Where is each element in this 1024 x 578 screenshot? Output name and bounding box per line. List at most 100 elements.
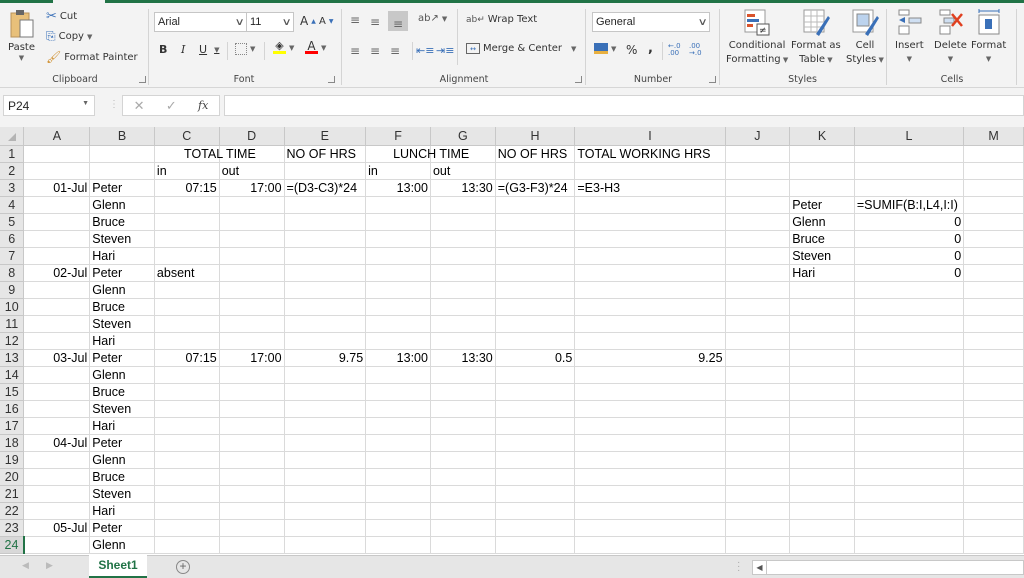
cell-a4[interactable] [23,196,91,214]
cell-k18[interactable] [789,434,855,452]
cell-j13[interactable] [725,349,791,367]
cell-g7[interactable] [430,247,496,265]
cell-d22[interactable] [219,502,285,520]
cell-f6[interactable] [365,230,431,248]
cell-i13[interactable]: 9.25 [574,349,726,367]
merge-dropdown-icon[interactable]: ▼ [571,45,576,53]
cell-j15[interactable] [725,383,791,401]
row-header-4[interactable]: 4 [0,196,25,214]
cell-m16[interactable] [963,400,1024,418]
row-header-20[interactable]: 20 [0,468,25,486]
cell-i15[interactable] [574,383,726,401]
cell-h16[interactable] [495,400,576,418]
cell-h1[interactable]: NO OF HRS [495,145,576,163]
cell-k9[interactable] [789,281,855,299]
cell-m23[interactable] [963,519,1024,537]
column-header-b[interactable]: B [89,127,155,146]
cell-m5[interactable] [963,213,1024,231]
cell-g23[interactable] [430,519,496,537]
cell-l12[interactable] [854,332,965,350]
cell-b13[interactable]: Peter [89,349,155,367]
cell-j3[interactable] [725,179,791,197]
cell-e4[interactable] [284,196,367,214]
cell-f1[interactable]: LUNCH TIME [365,145,469,163]
bottom-align-button[interactable]: ≡ [388,11,408,31]
cell-c7[interactable] [154,247,220,265]
cell-f2[interactable]: in [365,162,431,180]
cell-l6[interactable]: 0 [854,230,965,248]
column-header-f[interactable]: F [365,127,431,146]
column-header-i[interactable]: I [574,127,726,146]
font-color-button[interactable]: A ▼ [305,40,326,54]
cell-k2[interactable] [789,162,855,180]
cell-b4[interactable]: Glenn [89,196,155,214]
cell-l7[interactable]: 0 [854,247,965,265]
cell-h19[interactable] [495,451,576,469]
cell-a23[interactable]: 05-Jul [23,519,91,537]
cell-m24[interactable] [963,536,1024,554]
cell-a22[interactable] [23,502,91,520]
cell-j19[interactable] [725,451,791,469]
name-box[interactable]: P24 ▼ [3,95,95,116]
scroll-left-icon[interactable]: ◀ [753,561,767,574]
increase-font-size-button[interactable]: A ▲ [300,14,316,28]
cell-m1[interactable] [963,145,1024,163]
cell-i24[interactable] [574,536,726,554]
cell-a2[interactable] [23,162,91,180]
cell-e23[interactable] [284,519,367,537]
cell-e2[interactable] [284,162,367,180]
number-format-select[interactable]: General ∨ [592,12,710,32]
cell-e10[interactable] [284,298,367,316]
cell-h8[interactable] [495,264,576,282]
cell-g3[interactable]: 13:30 [430,179,496,197]
cell-j14[interactable] [725,366,791,384]
cell-j22[interactable] [725,502,791,520]
cell-k7[interactable]: Steven [789,247,855,265]
cell-a20[interactable] [23,468,91,486]
cell-l15[interactable] [854,383,965,401]
cell-c22[interactable] [154,502,220,520]
cell-c14[interactable] [154,366,220,384]
cell-i16[interactable] [574,400,726,418]
percent-style-button[interactable]: % [626,43,637,57]
cell-b7[interactable]: Hari [89,247,155,265]
alignment-dialog-launcher[interactable] [575,76,582,83]
cell-b20[interactable]: Bruce [89,468,155,486]
decrease-indent-button[interactable]: ⇤≡ [416,44,434,57]
cell-a7[interactable] [23,247,91,265]
row-header-8[interactable]: 8 [0,264,25,282]
cell-h2[interactable] [495,162,576,180]
cell-a1[interactable] [23,145,91,163]
cell-b8[interactable]: Peter [89,264,155,282]
cell-d4[interactable] [219,196,285,214]
cell-b10[interactable]: Bruce [89,298,155,316]
cell-k6[interactable]: Bruce [789,230,855,248]
cell-b11[interactable]: Steven [89,315,155,333]
italic-button[interactable]: I [181,43,185,56]
cell-d15[interactable] [219,383,285,401]
cell-m14[interactable] [963,366,1024,384]
column-header-l[interactable]: L [854,127,965,146]
font-size-select[interactable]: 11 ∨ [246,12,294,32]
cell-i3[interactable]: =E3-H3 [574,179,726,197]
row-header-17[interactable]: 17 [0,417,25,435]
cell-j11[interactable] [725,315,791,333]
cell-c15[interactable] [154,383,220,401]
cell-j2[interactable] [725,162,791,180]
row-header-5[interactable]: 5 [0,213,25,231]
cell-e1[interactable]: NO OF HRS [284,145,367,163]
cell-c20[interactable] [154,468,220,486]
cell-f16[interactable] [365,400,431,418]
cell-g9[interactable] [430,281,496,299]
cell-h5[interactable] [495,213,576,231]
cell-e19[interactable] [284,451,367,469]
cell-j4[interactable] [725,196,791,214]
cell-c16[interactable] [154,400,220,418]
cell-g12[interactable] [430,332,496,350]
cell-b9[interactable]: Glenn [89,281,155,299]
cell-k21[interactable] [789,485,855,503]
cell-d10[interactable] [219,298,285,316]
cell-g21[interactable] [430,485,496,503]
cell-f19[interactable] [365,451,431,469]
cell-m21[interactable] [963,485,1024,503]
